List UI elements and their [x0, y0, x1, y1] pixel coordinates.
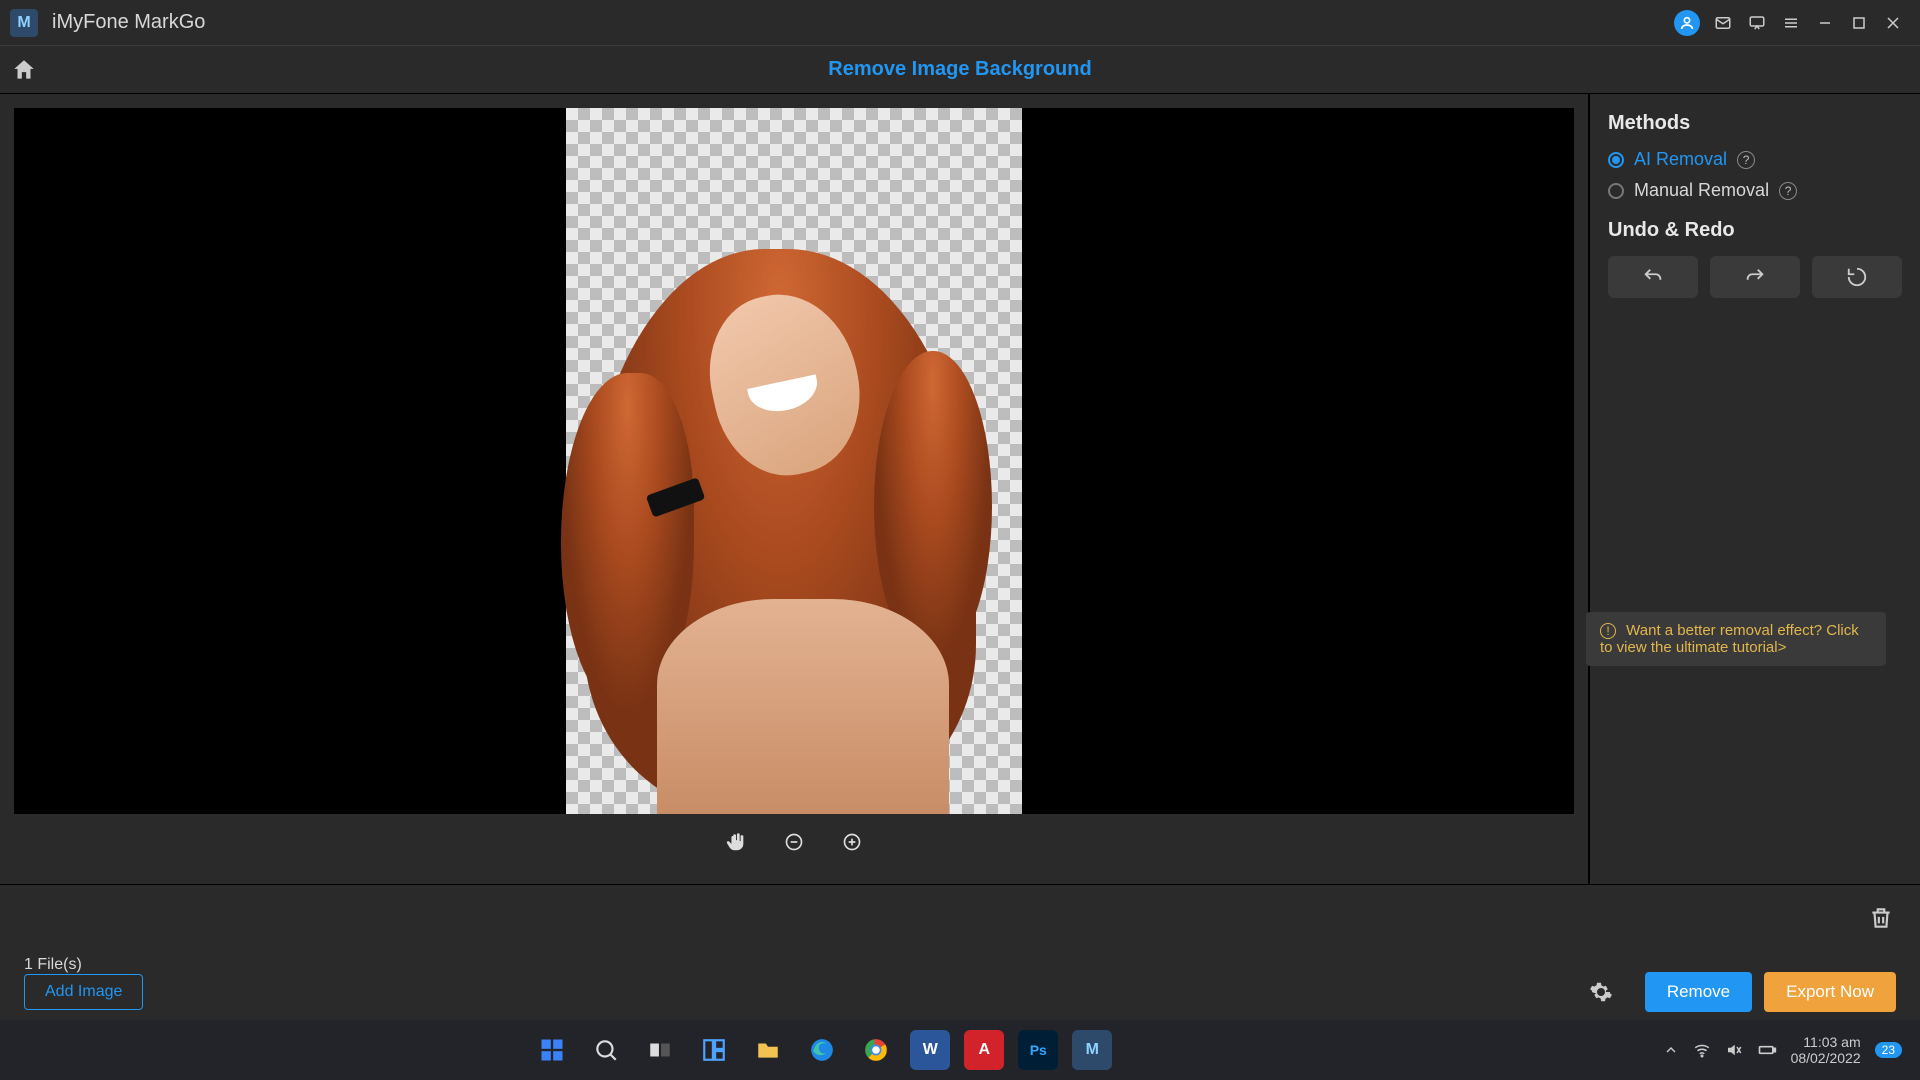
canvas-pane — [0, 94, 1588, 884]
pan-hand-icon[interactable] — [724, 830, 748, 854]
feedback-icon[interactable] — [1740, 6, 1774, 40]
taskbar-word-icon[interactable]: W — [910, 1030, 950, 1070]
undo-button[interactable] — [1608, 256, 1698, 298]
tray-volume-icon[interactable] — [1725, 1041, 1743, 1059]
redo-button[interactable] — [1710, 256, 1800, 298]
taskbar-acrobat-icon[interactable]: A — [964, 1030, 1004, 1070]
home-icon[interactable] — [0, 57, 48, 83]
side-panel: Methods AI Removal ? Manual Removal ? Un… — [1588, 94, 1920, 884]
tray-overflow-icon[interactable] — [1663, 1042, 1679, 1058]
method-ai-removal[interactable]: AI Removal ? — [1608, 149, 1902, 170]
tutorial-tip[interactable]: ! Want a better removal effect? Click to… — [1586, 612, 1886, 666]
delete-icon[interactable] — [1868, 905, 1894, 931]
taskbar-start-icon[interactable] — [532, 1030, 572, 1070]
main-area: Methods AI Removal ? Manual Removal ? Un… — [0, 94, 1920, 884]
app-title: iMyFone MarkGo — [52, 11, 205, 34]
menu-icon[interactable] — [1774, 6, 1808, 40]
taskbar-photoshop-icon[interactable]: Ps — [1018, 1030, 1058, 1070]
taskbar-edge-icon[interactable] — [802, 1030, 842, 1070]
tray-notification-badge[interactable]: 23 — [1875, 1042, 1902, 1058]
remove-button[interactable]: Remove — [1645, 972, 1752, 1012]
tip-text: Want a better removal effect? Click to v… — [1600, 622, 1859, 656]
mail-icon[interactable] — [1706, 6, 1740, 40]
app-logo-icon: M — [10, 9, 38, 37]
methods-heading: Methods — [1608, 112, 1902, 135]
canvas[interactable] — [14, 108, 1574, 814]
user-account-icon[interactable] — [1674, 10, 1700, 36]
method-manual-label: Manual Removal — [1634, 180, 1769, 201]
radio-selected-icon — [1608, 152, 1624, 168]
taskbar-explorer-icon[interactable] — [748, 1030, 788, 1070]
canvas-toolbar — [14, 814, 1574, 870]
tray-wifi-icon[interactable] — [1693, 1041, 1711, 1059]
zoom-out-icon[interactable] — [782, 830, 806, 854]
export-now-button[interactable]: Export Now — [1764, 972, 1896, 1012]
window-maximize-icon[interactable] — [1842, 6, 1876, 40]
image-preview — [566, 108, 1022, 814]
tray-battery-icon[interactable] — [1757, 1040, 1777, 1060]
taskbar-markgo-icon[interactable]: M — [1072, 1030, 1112, 1070]
tray-time: 11:03 am — [1791, 1034, 1861, 1050]
tray-date: 08/02/2022 — [1791, 1050, 1861, 1066]
radio-unselected-icon — [1608, 183, 1624, 199]
windows-taskbar: W A Ps M 11:03 am 08/02/2022 23 — [0, 1020, 1920, 1080]
system-tray: 11:03 am 08/02/2022 23 — [1645, 1034, 1920, 1066]
thumbnail-strip: 1 File(s) Add Image Remove Export Now — [0, 884, 1920, 1020]
mode-bar: Remove Image Background — [0, 46, 1920, 94]
method-manual-removal[interactable]: Manual Removal ? — [1608, 180, 1902, 201]
taskbar-search-icon[interactable] — [586, 1030, 626, 1070]
subject-silhouette — [566, 249, 1022, 814]
method-ai-label: AI Removal — [1634, 149, 1727, 170]
zoom-in-icon[interactable] — [840, 830, 864, 854]
help-icon[interactable]: ? — [1737, 151, 1755, 169]
reset-button[interactable] — [1812, 256, 1902, 298]
window-close-icon[interactable] — [1876, 6, 1910, 40]
tray-clock[interactable]: 11:03 am 08/02/2022 — [1791, 1034, 1861, 1066]
undo-heading: Undo & Redo — [1608, 219, 1902, 242]
help-icon[interactable]: ? — [1779, 182, 1797, 200]
info-icon: ! — [1600, 623, 1616, 639]
window-minimize-icon[interactable] — [1808, 6, 1842, 40]
taskbar-taskview-icon[interactable] — [640, 1030, 680, 1070]
add-image-button[interactable]: Add Image — [24, 974, 143, 1010]
settings-icon[interactable] — [1587, 978, 1615, 1006]
mode-title: Remove Image Background — [48, 58, 1920, 81]
taskbar-widgets-icon[interactable] — [694, 1030, 734, 1070]
taskbar-chrome-icon[interactable] — [856, 1030, 896, 1070]
title-bar: M iMyFone MarkGo — [0, 0, 1920, 46]
